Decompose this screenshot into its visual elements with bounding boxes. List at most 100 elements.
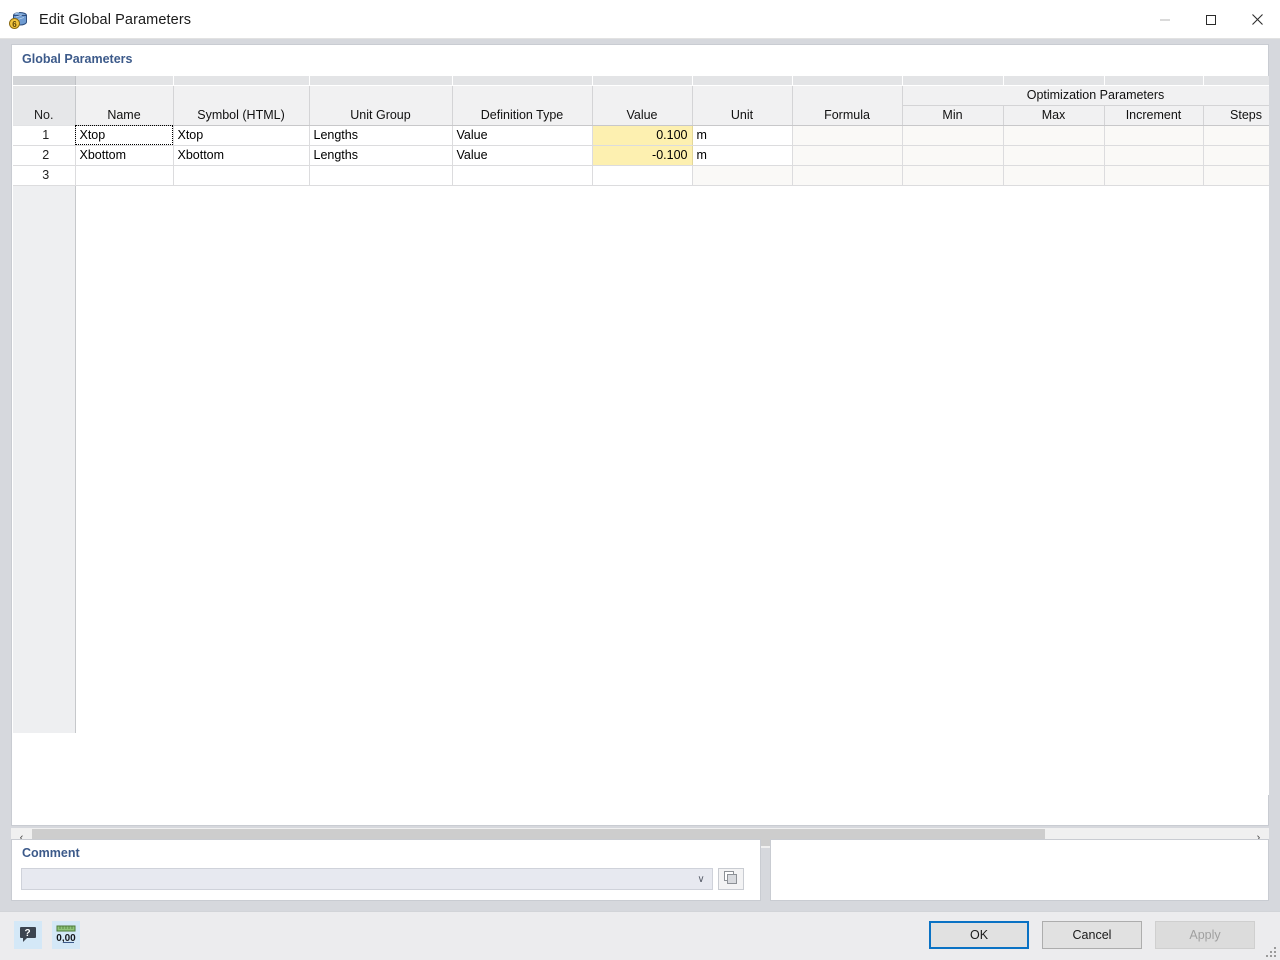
band-cell-formula bbox=[792, 76, 902, 85]
band-cell-value bbox=[592, 76, 692, 85]
group-header-blank-name bbox=[75, 85, 173, 105]
group-header-blank-value bbox=[592, 85, 692, 105]
cell-formula[interactable] bbox=[792, 125, 902, 145]
chevron-down-icon[interactable]: ∨ bbox=[690, 869, 712, 889]
cell-unit[interactable] bbox=[692, 165, 792, 185]
band-cell-symbol bbox=[173, 76, 309, 85]
cell-value[interactable]: -0.100 bbox=[592, 145, 692, 165]
maximize-button[interactable] bbox=[1188, 0, 1234, 39]
window-titlebar: 6 Edit Global Parameters bbox=[0, 0, 1280, 39]
comment-combobox[interactable]: ∨ bbox=[21, 868, 713, 890]
cell-symbol[interactable] bbox=[173, 165, 309, 185]
table-row[interactable]: 2 Xbottom Xbottom Lengths Value -0.100 m bbox=[13, 145, 1269, 165]
cell-symbol[interactable]: Xbottom bbox=[173, 145, 309, 165]
band-cell-steps bbox=[1203, 76, 1269, 85]
minimize-button[interactable] bbox=[1142, 0, 1188, 39]
comment-library-icon bbox=[723, 870, 739, 889]
cell-steps[interactable] bbox=[1203, 145, 1269, 165]
ok-button[interactable]: OK bbox=[929, 921, 1029, 949]
cell-increment[interactable] bbox=[1104, 165, 1203, 185]
comment-input-row: ∨ bbox=[21, 868, 751, 890]
group-header-blank-unit bbox=[692, 85, 792, 105]
band-cell-max bbox=[1003, 76, 1104, 85]
group-header-blank-formula bbox=[792, 85, 902, 105]
cell-increment[interactable] bbox=[1104, 145, 1203, 165]
table-row[interactable]: 3 bbox=[13, 165, 1269, 185]
group-header-blank-rowno bbox=[13, 85, 75, 105]
cell-definition-type[interactable]: Value bbox=[452, 125, 592, 145]
cell-min[interactable] bbox=[902, 145, 1003, 165]
column-header-increment[interactable]: Increment bbox=[1104, 105, 1203, 125]
band-cell-name bbox=[75, 76, 173, 85]
group-header-blank-unitgroup bbox=[309, 85, 452, 105]
row-number: 2 bbox=[13, 145, 75, 165]
parameters-table: Optimization Parameters No. Name Symbol … bbox=[13, 76, 1269, 733]
group-header-blank-symbol bbox=[173, 85, 309, 105]
cell-name[interactable] bbox=[75, 165, 173, 185]
band-cell-increment bbox=[1104, 76, 1203, 85]
cell-name[interactable]: Xbottom bbox=[75, 145, 173, 165]
cell-max[interactable] bbox=[1003, 145, 1104, 165]
cell-definition-type[interactable] bbox=[452, 165, 592, 185]
cell-unit-group[interactable]: Lengths bbox=[309, 145, 452, 165]
cell-unit-group[interactable]: Lengths bbox=[309, 125, 452, 145]
column-header-formula[interactable]: Formula bbox=[792, 105, 902, 125]
cell-min[interactable] bbox=[902, 125, 1003, 145]
cell-min[interactable] bbox=[902, 165, 1003, 185]
cell-name[interactable]: Xtop bbox=[75, 125, 173, 145]
cell-unit[interactable]: m bbox=[692, 125, 792, 145]
preview-panel bbox=[770, 839, 1269, 901]
dialog-action-buttons: OK Cancel Apply bbox=[929, 921, 1255, 949]
column-header-value[interactable]: Value bbox=[592, 105, 692, 125]
cell-unit-group[interactable] bbox=[309, 165, 452, 185]
table-row[interactable]: 1 Xtop Xtop Lengths Value 0.100 m bbox=[13, 125, 1269, 145]
cell-unit[interactable]: m bbox=[692, 145, 792, 165]
comment-panel: Comment ∨ bbox=[11, 839, 761, 901]
group-header-optimization-parameters: Optimization Parameters bbox=[902, 85, 1269, 105]
band-cell-rowno bbox=[13, 76, 75, 85]
comment-library-button[interactable] bbox=[718, 868, 744, 890]
cell-formula[interactable] bbox=[792, 145, 902, 165]
cell-max[interactable] bbox=[1003, 165, 1104, 185]
column-header-no[interactable]: No. bbox=[13, 105, 75, 125]
global-parameters-icon: 6 bbox=[7, 9, 29, 31]
table-group-header-row: Optimization Parameters bbox=[13, 85, 1269, 105]
cell-value[interactable]: 0.100 bbox=[592, 125, 692, 145]
cancel-button[interactable]: Cancel bbox=[1042, 921, 1142, 949]
cell-steps[interactable] bbox=[1203, 165, 1269, 185]
column-header-max[interactable]: Max bbox=[1003, 105, 1104, 125]
cell-increment[interactable] bbox=[1104, 125, 1203, 145]
resize-grip[interactable] bbox=[1264, 945, 1276, 957]
cell-steps[interactable] bbox=[1203, 125, 1269, 145]
parameters-table-container[interactable]: Optimization Parameters No. Name Symbol … bbox=[13, 76, 1269, 795]
panel-title: Global Parameters bbox=[22, 52, 132, 66]
column-header-symbol[interactable]: Symbol (HTML) bbox=[173, 105, 309, 125]
dialog-footer: ? 0,00 OK Cancel Apply bbox=[0, 911, 1280, 960]
row-number: 3 bbox=[13, 165, 75, 185]
column-header-min[interactable]: Min bbox=[902, 105, 1003, 125]
close-button[interactable] bbox=[1234, 0, 1280, 39]
help-button[interactable]: ? bbox=[14, 921, 42, 949]
band-cell-unitgroup bbox=[309, 76, 452, 85]
global-parameters-panel: Global Parameters bbox=[11, 44, 1269, 826]
window-controls bbox=[1142, 0, 1280, 39]
cell-max[interactable] bbox=[1003, 125, 1104, 145]
svg-text:6: 6 bbox=[12, 20, 17, 29]
units-button[interactable]: 0,00 bbox=[52, 921, 80, 949]
help-icon: ? bbox=[18, 924, 38, 947]
band-cell-min bbox=[902, 76, 1003, 85]
column-header-name[interactable]: Name bbox=[75, 105, 173, 125]
cell-formula[interactable] bbox=[792, 165, 902, 185]
column-header-definition-type[interactable]: Definition Type bbox=[452, 105, 592, 125]
column-header-unit-group[interactable]: Unit Group bbox=[309, 105, 452, 125]
apply-button: Apply bbox=[1155, 921, 1255, 949]
group-header-blank-definitiontype bbox=[452, 85, 592, 105]
column-header-unit[interactable]: Unit bbox=[692, 105, 792, 125]
window-title: Edit Global Parameters bbox=[39, 12, 191, 28]
table-empty-area[interactable] bbox=[13, 185, 1269, 733]
cell-symbol[interactable]: Xtop bbox=[173, 125, 309, 145]
column-header-steps[interactable]: Steps bbox=[1203, 105, 1269, 125]
cell-definition-type[interactable]: Value bbox=[452, 145, 592, 165]
table-header-row: No. Name Symbol (HTML) Unit Group Defini… bbox=[13, 105, 1269, 125]
cell-value[interactable] bbox=[592, 165, 692, 185]
